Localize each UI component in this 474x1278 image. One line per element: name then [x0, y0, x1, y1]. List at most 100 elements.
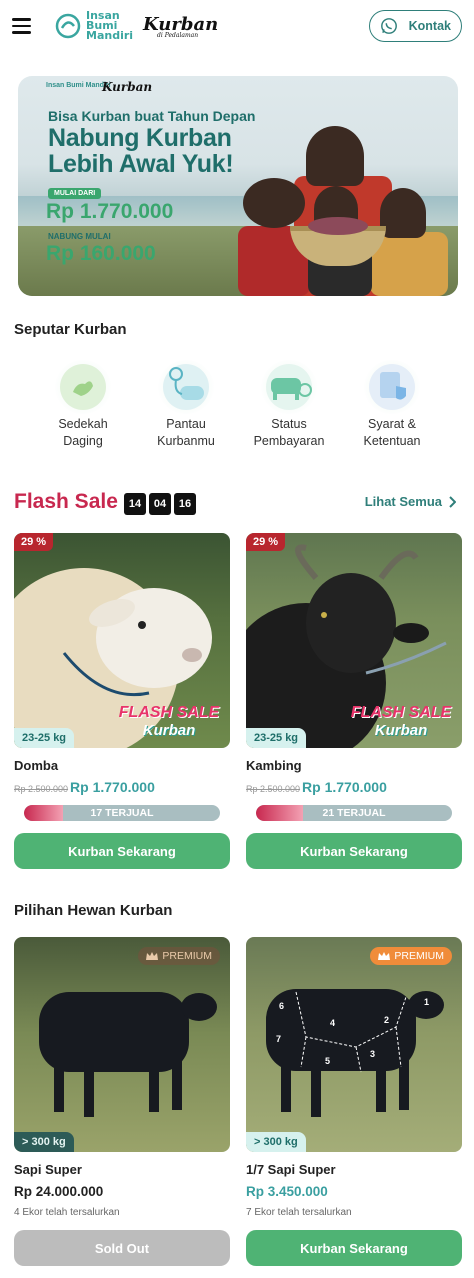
sheep-photo[interactable]: 29 % 23-25 kg FLASH SALE Kurban: [14, 533, 230, 748]
banner-headline-2: Lebih Awal Yuk!: [48, 150, 234, 178]
sold-progress-bar: 17 TERJUAL: [24, 805, 220, 821]
timer-minutes: 04: [149, 493, 171, 515]
cow-icon: [261, 360, 317, 414]
menu-label-1: Sedekah: [58, 417, 108, 431]
timer-hours: 14: [124, 493, 146, 515]
insan-bumi-mandiri-logo[interactable]: Insan Bumi Mandiri: [54, 10, 134, 42]
cut-label: 3: [370, 1049, 376, 1059]
cattle-photo[interactable]: PREMIUM > 300 kg: [14, 937, 230, 1152]
kurban-sekarang-button[interactable]: Kurban Sekarang: [246, 833, 462, 869]
banner-kurban-logo: Kurban: [102, 80, 153, 94]
see-all-label: Lihat Semua: [364, 494, 442, 509]
kurban-sekarang-button[interactable]: Kurban Sekarang: [14, 833, 230, 869]
crown-icon: [378, 951, 391, 960]
cut-label: 6: [279, 1001, 285, 1011]
distributed-count: 4 Ekor telah tersalurkan: [14, 1207, 120, 1218]
menu-label-2: Daging: [63, 434, 103, 448]
badge-kurban: Kurban: [142, 722, 196, 739]
contact-button[interactable]: Kontak: [369, 10, 462, 42]
distributed-count: 7 Ekor telah tersalurkan: [246, 1207, 352, 1218]
weight-badge: 23-25 kg: [246, 728, 307, 748]
chevron-right-icon: [449, 495, 456, 508]
promo-banner[interactable]: Insan Bumi Mandiri Kurban Bisa Kurban bu…: [18, 76, 458, 296]
old-price: Rp 2.500.000: [14, 784, 69, 794]
product-card-sapi-super-seventh[interactable]: PREMIUM 1 2 3 4 5 6 7 > 300 kg 1/7 Sapi …: [246, 937, 462, 1266]
premium-label: PREMIUM: [162, 950, 212, 962]
badge-kurban: Kurban: [374, 722, 428, 739]
sold-count: 17 TERJUAL: [90, 807, 154, 819]
banner-label-from: MULAI DARI: [48, 188, 102, 199]
menu-syarat-ketentuan[interactable]: Syarat & Ketentuan: [347, 360, 437, 450]
map-pin-icon: [158, 360, 214, 414]
goat-photo[interactable]: 29 % 23-25 kg FLASH SALE Kurban: [246, 533, 462, 748]
product-name: 1/7 Sapi Super: [246, 1162, 336, 1177]
product-name: Sapi Super: [14, 1162, 82, 1177]
kurban-logo[interactable]: Kurban di Pedalaman: [143, 14, 218, 39]
sold-count: 21 TERJUAL: [322, 807, 386, 819]
premium-badge: PREMIUM: [138, 947, 220, 965]
flash-timer: 14 04 16: [124, 493, 196, 515]
contact-label: Kontak: [408, 19, 451, 33]
menu-label-2: Ketentuan: [363, 434, 421, 448]
discount-badge: 29 %: [14, 533, 54, 551]
banner-headline-1: Nabung Kurban: [48, 124, 232, 152]
menu-label-2: Kurbanmu: [157, 434, 215, 448]
menu-icon[interactable]: [12, 14, 36, 38]
child-figure: [306, 126, 364, 186]
product-price: Rp 3.450.000: [246, 1184, 328, 1199]
weight-badge: 23-25 kg: [14, 728, 75, 748]
hand-heart-icon: [55, 360, 111, 414]
sold-out-button: Sold Out: [14, 1230, 230, 1266]
cattle-photo[interactable]: PREMIUM 1 2 3 4 5 6 7 > 300 kg: [246, 937, 462, 1152]
banner-price-save: Rp 160.000: [46, 242, 156, 265]
banner-headline-small: Bisa Kurban buat Tahun Depan: [48, 108, 256, 124]
flash-card-domba[interactable]: 29 % 23-25 kg FLASH SALE Kurban Domba Rp…: [14, 533, 230, 869]
menu-label-1: Syarat &: [368, 417, 416, 431]
brand-line-3: Mandiri: [86, 29, 134, 42]
product-card-sapi-super[interactable]: PREMIUM > 300 kg Sapi Super Rp 24.000.00…: [14, 937, 230, 1266]
seputar-menu: Sedekah Daging Pantau Kurbanmu Status Pemba…: [0, 360, 474, 450]
document-shield-icon: [364, 360, 420, 414]
menu-pantau-kurban[interactable]: Pantau Kurbanmu: [141, 360, 231, 450]
discount-badge: 29 %: [246, 533, 286, 551]
premium-label: PREMIUM: [394, 950, 444, 962]
flash-sale-title: Flash Sale: [14, 490, 118, 513]
kurban-sekarang-button[interactable]: Kurban Sekarang: [246, 1230, 462, 1266]
child-figure: [380, 188, 426, 238]
old-price: Rp 2.500.000: [246, 784, 301, 794]
flash-card-kambing[interactable]: 29 % 23-25 kg FLASH SALE Kurban Kambing …: [246, 533, 462, 869]
product-price: Rp 24.000.000: [14, 1184, 104, 1199]
cut-label: 5: [325, 1056, 331, 1066]
timer-seconds: 16: [174, 493, 196, 515]
sold-progress-bar: 21 TERJUAL: [256, 805, 452, 821]
banner-price-from: Rp 1.770.000: [46, 200, 174, 223]
weight-badge: > 300 kg: [246, 1132, 306, 1152]
menu-label-2: Pembayaran: [253, 434, 325, 448]
badge-flash-sale: FLASH SALE: [350, 704, 452, 721]
child-figure: [243, 178, 305, 228]
badge-flash-sale: FLASH SALE: [118, 704, 220, 721]
flash-sale-kurban-badge: FLASH SALE Kurban: [114, 704, 224, 740]
banner-label-save: NABUNG MULAI: [48, 232, 111, 241]
crown-icon: [146, 951, 159, 960]
whatsapp-icon: [381, 18, 397, 34]
product-name: Kambing: [246, 758, 302, 773]
product-name: Domba: [14, 758, 59, 773]
banner-ibm-logo: Insan Bumi Mandiri: [46, 82, 111, 89]
cut-label: 2: [384, 1015, 390, 1025]
menu-label-1: Status: [271, 417, 307, 431]
weight-badge: > 300 kg: [14, 1132, 74, 1152]
menu-label-1: Pantau: [166, 417, 206, 431]
premium-badge: PREMIUM: [370, 947, 452, 965]
menu-status-pembayaran[interactable]: Status Pembayaran: [244, 360, 334, 450]
seputar-title: Seputar Kurban: [14, 321, 127, 338]
sale-price: Rp 1.770.000: [302, 779, 387, 795]
flash-sale-kurban-badge: FLASH SALE Kurban: [346, 704, 456, 740]
logo-swirl-icon: [55, 13, 81, 39]
sale-price: Rp 1.770.000: [70, 779, 155, 795]
cut-label: 4: [330, 1018, 336, 1028]
see-all-link[interactable]: Lihat Semua: [365, 494, 456, 509]
top-header: Insan Bumi Mandiri Kurban di Pedalaman K…: [0, 0, 474, 52]
cut-label: 1: [424, 997, 430, 1007]
menu-sedekah-daging[interactable]: Sedekah Daging: [38, 360, 128, 450]
